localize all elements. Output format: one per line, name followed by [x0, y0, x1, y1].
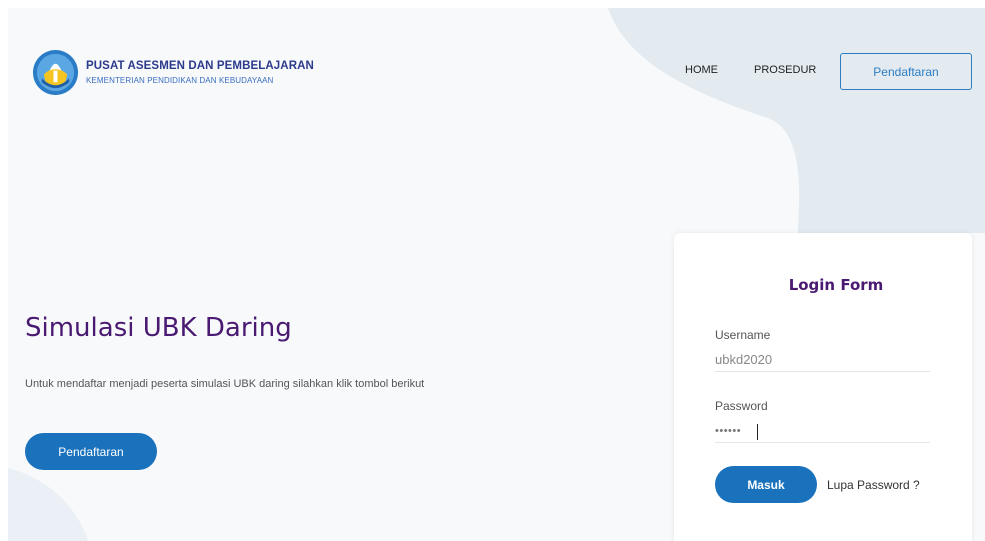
hero-register-button[interactable]: Pendaftaran	[25, 433, 157, 470]
password-input[interactable]	[715, 419, 930, 443]
username-input[interactable]	[715, 348, 930, 372]
login-form-title: Login Form	[788, 276, 884, 294]
nav-home-link[interactable]: HOME	[685, 64, 718, 76]
password-label: Password	[715, 399, 768, 413]
nav-prosedur-link[interactable]: PROSEDUR	[754, 64, 816, 76]
forgot-password-link[interactable]: Lupa Password ?	[827, 478, 920, 492]
login-form-card: Login Form Username Password Masuk Lupa …	[674, 233, 972, 541]
top-nav: HOME PROSEDUR Pendaftaran	[8, 53, 985, 90]
login-submit-button[interactable]: Masuk	[715, 466, 817, 503]
hero-title: Simulasi UBK Daring	[25, 313, 292, 343]
hero-description: Untuk mendaftar menjadi peserta simulasi…	[25, 378, 425, 390]
text-caret	[757, 424, 758, 440]
username-label: Username	[715, 328, 771, 342]
nav-register-button[interactable]: Pendaftaran	[840, 53, 972, 90]
page: PUSAT ASESMEN DAN PEMBELAJARAN KEMENTERI…	[8, 8, 985, 541]
